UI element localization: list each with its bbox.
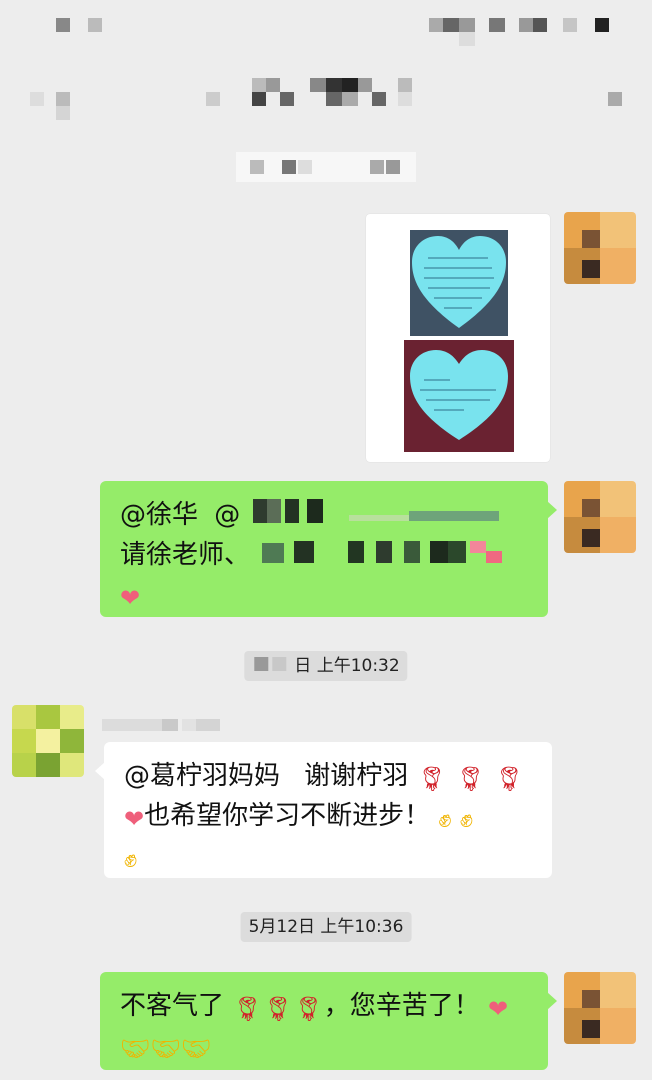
chat-title-mosaic [200,74,440,114]
mention-xuhua: @徐华 [120,500,199,530]
rose-emoji-icon: 🌹︎ [232,995,263,1023]
heart-emoji-icon: ❤ [120,584,141,612]
rose-emoji-icon: 🌹︎ [494,765,525,793]
time-badge: 日 上午10:32 [244,651,408,681]
time-badge-top [236,152,416,182]
my-message-bubble-1[interactable]: @徐华 @ 请徐老师、 ❤ [100,481,557,617]
heart-note-icon [410,350,508,440]
handshake-emoji-icon: 🤝︎ [120,1035,151,1063]
my-message-bubble-2[interactable]: 不客气了 🌹︎🌹︎🌹︎，您辛苦了！ ❤ 🤝︎🤝︎🤝︎ [100,972,557,1070]
their-message-bubble[interactable]: @葛柠羽妈妈 谢谢柠羽 🌹︎ 🌹︎ 🌹︎ ❤也希望你学习不断进步！ ✊︎ ✊︎ … [95,742,552,878]
sender-avatar[interactable] [12,705,84,777]
message-line-3: ✊︎ [124,836,532,876]
time-badge-text: 日 上午10:32 [294,656,400,676]
rose-emoji-icon: 🌹︎ [416,765,448,793]
my-avatar[interactable] [564,972,636,1044]
fist-emoji-icon: ✊︎ [124,845,138,873]
thanks-text: 谢谢柠羽 [304,761,409,791]
heart-notes-image-message[interactable] [366,214,550,462]
mention-parent: @葛柠羽妈妈 [124,761,281,791]
reply-text-a: 不客气了 [120,991,225,1021]
my-avatar[interactable] [564,212,636,284]
handshake-emoji-icon: 🤝︎ [180,1035,212,1063]
back-icon[interactable] [24,88,84,120]
chat-title-bar [0,60,652,130]
line-2-text: 也希望你学习不断进步！ [144,801,431,831]
redacted-names [258,537,528,567]
redacted-date [252,654,294,674]
bubble-tail [547,501,557,519]
time-badge: 5月12日 上午10:36 [240,912,412,942]
bubble-tail [95,762,105,780]
sender-name [102,717,226,735]
message-line-1: @徐华 @ [120,495,528,535]
message-line-2: 请徐老师、 [120,535,528,575]
message-line-1: 不客气了 🌹︎🌹︎🌹︎，您辛苦了！ ❤ [120,986,528,1026]
rose-emoji-icon: 🌹︎ [262,995,294,1023]
note-photo-1 [410,230,508,336]
line-2-text: 请徐老师、 [120,540,251,570]
heart-emoji-icon: ❤ [487,995,509,1023]
message-line-2: ❤也希望你学习不断进步！ ✊︎ ✊︎ [124,796,532,836]
reply-text-b: ，您辛苦了！ [323,991,480,1021]
message-line-3: ❤ [120,575,528,615]
rose-emoji-icon: 🌹︎ [455,765,486,793]
bubble-tail [547,992,557,1010]
rose-emoji-icon: 🌹︎ [293,995,324,1023]
fist-emoji-icon: ✊︎ [459,805,474,833]
note-photo-2 [404,340,514,452]
more-icon[interactable] [600,88,630,114]
message-line-2: 🤝︎🤝︎🤝︎ [120,1026,528,1066]
fist-emoji-icon: ✊︎ [438,805,452,833]
mention-second: @ [214,500,241,530]
redacted-name [249,497,499,527]
heart-emoji-icon: ❤ [124,805,145,833]
handshake-emoji-icon: 🤝︎ [150,1035,181,1063]
status-bar [0,0,652,50]
my-avatar[interactable] [564,481,636,553]
heart-note-icon [412,236,506,328]
message-line-1: @葛柠羽妈妈 谢谢柠羽 🌹︎ 🌹︎ 🌹︎ [124,756,532,796]
